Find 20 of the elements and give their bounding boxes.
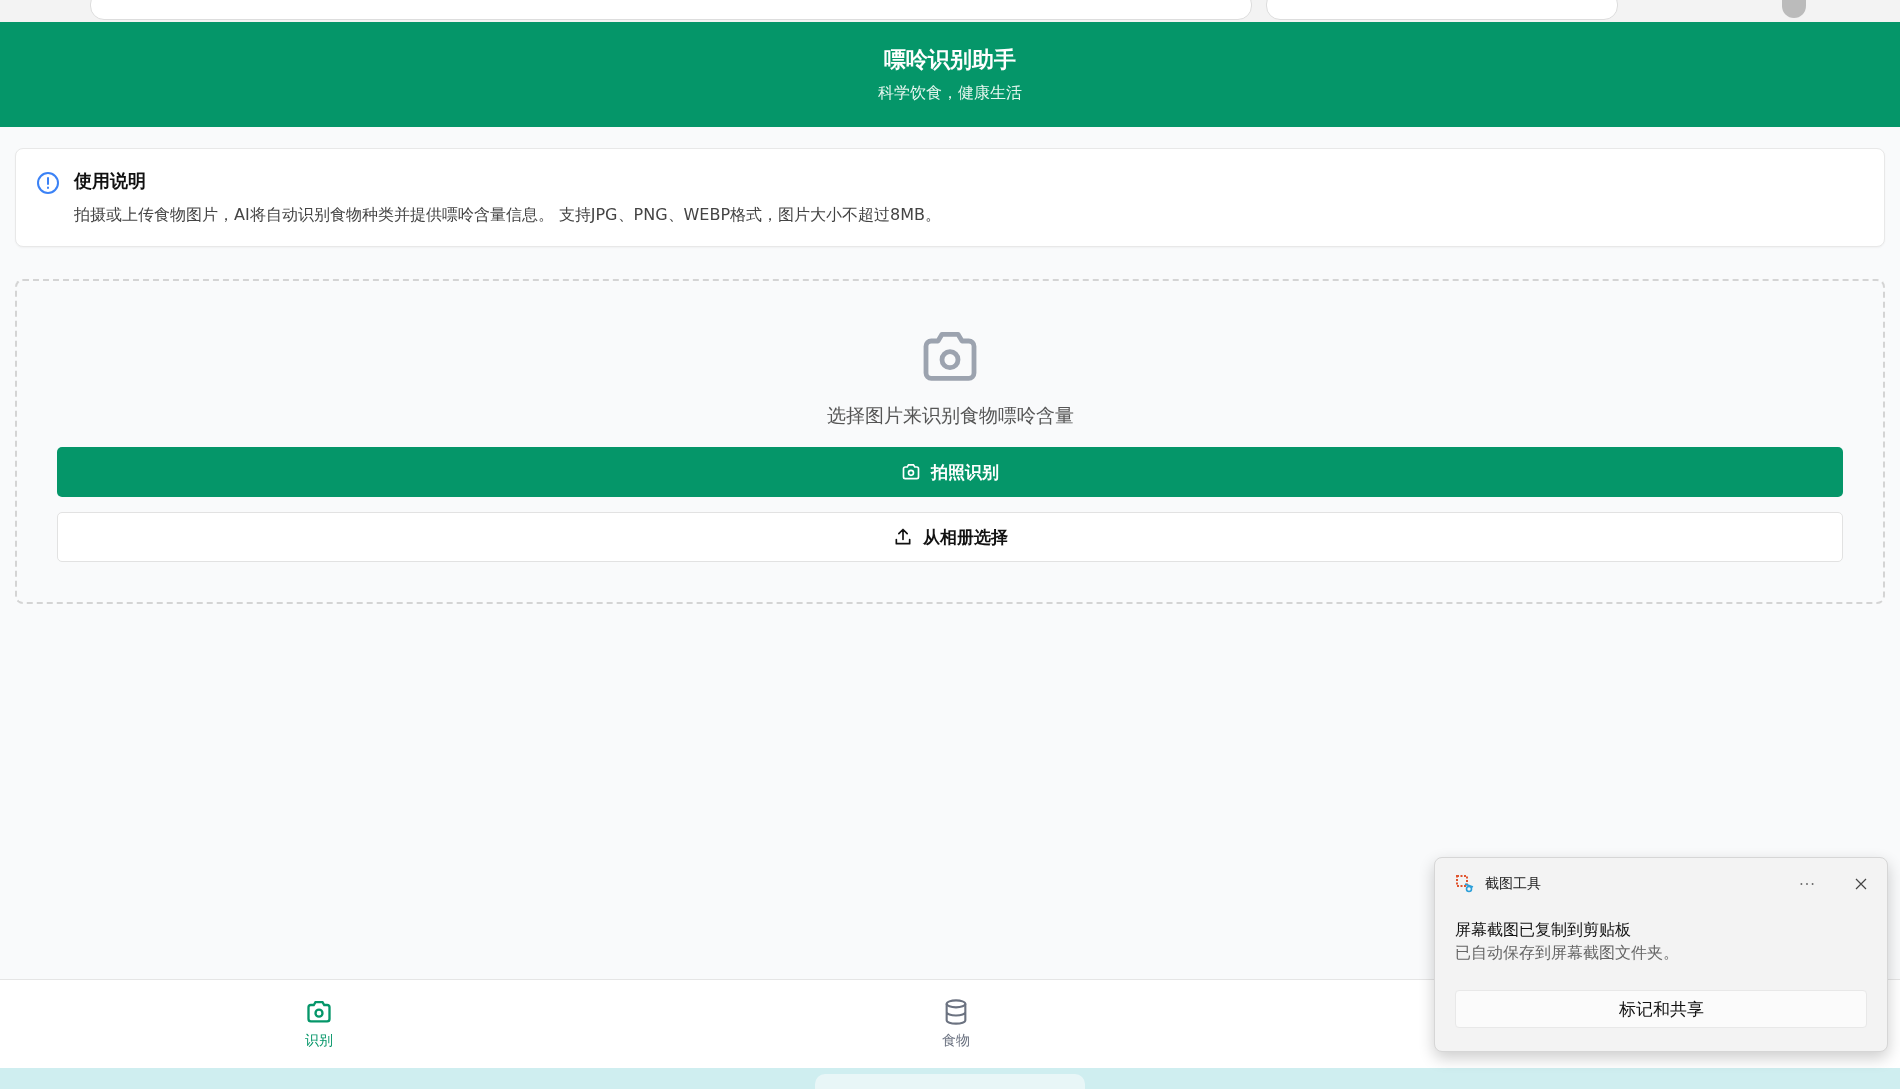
instructions-title: 使用说明 (74, 169, 147, 193)
info-icon (36, 171, 60, 195)
upload-prompt: 选择图片来识别食物嘌呤含量 (826, 403, 1074, 428)
nav-tab[interactable]: 识别 (0, 980, 637, 1068)
snipping-tool-icon (1455, 874, 1475, 894)
notification-title: 屏幕截图已复制到剪贴板 (1455, 920, 1632, 941)
mark-and-share-button[interactable]: 标记和共享 (1455, 990, 1867, 1028)
more-icon[interactable] (1799, 881, 1815, 887)
camera-icon (901, 462, 921, 482)
notification-app-name: 截图工具 (1485, 875, 1541, 893)
close-icon[interactable] (1855, 878, 1867, 890)
nav-tab[interactable]: 食物 (637, 980, 1274, 1068)
notification-text: 已自动保存到屏幕截图文件夹。 (1455, 943, 1680, 964)
app-title: 嘌呤识别助手 (884, 46, 1016, 74)
choose-from-album-button[interactable]: 从相册选择 (57, 512, 1843, 562)
take-photo-button[interactable]: 拍照识别 (57, 447, 1843, 497)
camera-icon (304, 998, 333, 1026)
instructions-text: 拍摄或上传食物图片，AI将自动识别食物种类并提供嘌呤含量信息。 支持JPG、PNG、WEBP格式，图片大小不超过8MB。 (74, 205, 942, 226)
profile-avatar[interactable] (1782, 0, 1806, 18)
app-subtitle: 科学饮食，健康生活 (878, 83, 1022, 104)
